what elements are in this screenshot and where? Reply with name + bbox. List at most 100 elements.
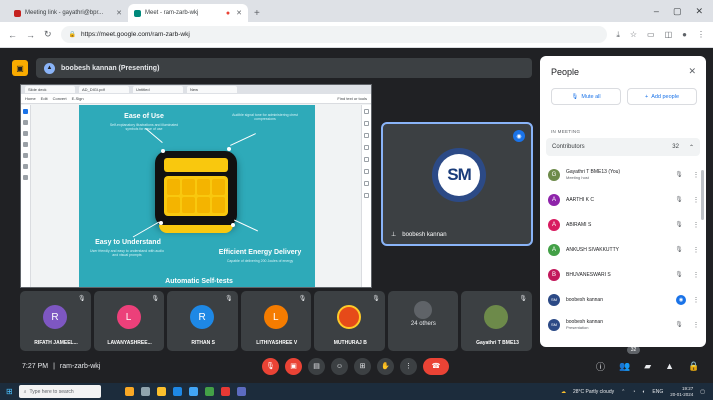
download-icon[interactable]: ⤓ <box>616 30 620 40</box>
list-item[interactable]: A AARTHI K C 🎙 ⋮ <box>548 187 700 212</box>
volume-icon[interactable]: ◐ <box>642 389 645 395</box>
split-view-icon[interactable]: ◫ <box>665 30 673 40</box>
person-role: Presentation <box>566 324 589 330</box>
participant-tile[interactable]: 🎙 R RITHAN S <box>167 291 238 351</box>
activities-icon[interactable]: ▲ <box>665 361 674 371</box>
close-panel-icon[interactable]: ✕ <box>688 66 696 77</box>
widgets-icon[interactable] <box>124 387 134 396</box>
cursor-tool-icon <box>23 109 28 114</box>
presenter-name: boobesh kannan <box>402 231 447 238</box>
language-indicator[interactable]: ENG <box>652 389 663 395</box>
notifications-icon[interactable]: ▢ <box>700 389 705 395</box>
participant-photo-avatar <box>337 305 362 329</box>
back-arrow-icon[interactable]: ← <box>8 30 17 40</box>
list-item[interactable]: SM boobesh kannan Presentation 🎙 ⋮ <box>548 312 700 337</box>
more-options-button[interactable]: ⋮ <box>400 357 417 375</box>
more-vert-icon[interactable]: ⋮ <box>692 271 700 279</box>
participant-tile[interactable]: 🎙 MUTHURAJ B <box>314 291 385 351</box>
contributors-label: Contributors <box>552 144 585 150</box>
minimize-button[interactable]: – <box>654 6 659 17</box>
meet-stage: ▣ ▲ boobesh kannan (Presenting) Slide de… <box>0 48 713 378</box>
others-count: 24 others <box>410 321 436 327</box>
people-icon[interactable]: 👥 <box>619 361 630 372</box>
people-list: G Gayathri T BME13 (You) Meeting host 🎙 ⋮… <box>548 162 700 337</box>
store-icon[interactable] <box>188 387 198 396</box>
host-controls-icon[interactable]: 🔒 <box>688 361 699 372</box>
list-item[interactable]: G Gayathri T BME13 (You) Meeting host 🎙 ⋮ <box>548 162 700 187</box>
more-vert-icon[interactable]: ⋮ <box>692 196 700 204</box>
taskbar-apps <box>124 387 246 396</box>
close-tab-icon[interactable]: ✕ <box>236 9 242 17</box>
raise-hand-button[interactable]: ✋ <box>377 357 394 375</box>
add-people-button[interactable]: + Add people <box>627 88 697 105</box>
end-call-button[interactable]: ☎ <box>423 357 449 375</box>
present-screen-icon: ▲ <box>44 62 55 74</box>
camera-toggle-button[interactable]: ▣ <box>285 357 302 375</box>
others-tile[interactable]: 24 others <box>387 291 459 351</box>
emoji-button[interactable]: ☺ <box>331 357 348 375</box>
presenting-chip[interactable]: ▲ boobesh kannan (Presenting) <box>36 58 532 78</box>
page-tool-icon <box>364 145 369 150</box>
tray-clock[interactable]: 19:27 20-01-2024 <box>670 386 693 398</box>
search-icon: ⌕ <box>23 388 27 395</box>
list-item[interactable]: A ABIRAMI S 🎙 ⋮ <box>548 212 700 237</box>
shared-tab: Slide deck <box>25 86 75 93</box>
reload-icon[interactable]: ↻ <box>44 29 52 40</box>
contributors-group[interactable]: Contributors 32 ⌃ <box>546 138 700 156</box>
participant-tile[interactable]: 🎙 Gayathri T BME13 <box>461 291 533 351</box>
list-item[interactable]: A ANKUSH SIVAKKUTTY 🎙 ⋮ <box>548 237 700 262</box>
info-icon[interactable]: ⓘ <box>596 360 605 373</box>
task-view-icon[interactable] <box>140 387 150 396</box>
chrome-icon[interactable] <box>204 387 214 396</box>
list-item[interactable]: SM boobesh kannan ◉ ⋮ <box>548 287 700 312</box>
list-item[interactable]: B BHUVANESWARI S 🎙 ⋮ <box>548 262 700 287</box>
edge-icon[interactable] <box>172 387 182 396</box>
windows-start-icon[interactable]: ⊞ <box>6 387 13 396</box>
more-vert-icon[interactable]: ⋮ <box>692 246 700 254</box>
menu-dots-icon[interactable]: ⋮ <box>697 30 705 40</box>
browser-actions: ⤓ ☆ ▭ ◫ ● ⋮ <box>616 30 705 40</box>
browser-tab-meeting-link[interactable]: Meeting link - gayathri@bpr... ✕ <box>8 4 128 22</box>
teams-icon[interactable] <box>236 387 246 396</box>
forward-arrow-icon[interactable]: → <box>26 30 35 40</box>
present-button[interactable]: ⊞ <box>354 357 371 375</box>
participant-tile[interactable]: 🎙 R RIFATH JAMEEL... <box>20 291 91 351</box>
mute-all-button[interactable]: 🎙 Mute all <box>551 88 621 105</box>
weather-text[interactable]: 28°C Partly cloudy <box>573 389 614 395</box>
shared-screen[interactable]: Slide deck AD_DIGI.pdf Untitled New Home… <box>20 84 372 288</box>
profile-icon[interactable]: ● <box>682 30 687 40</box>
mic-toggle-button[interactable]: 🎙 <box>262 357 279 375</box>
people-count-badge: 32 <box>627 346 640 354</box>
tray-chevron-icon[interactable]: ⌃ <box>621 389 625 395</box>
shared-menu-item: Edit <box>40 96 48 101</box>
participant-tile[interactable]: 🎙 L LITHIYASHREE V <box>240 291 312 351</box>
lock-icon: 🔒 <box>68 32 77 38</box>
more-vert-icon[interactable]: ⋮ <box>692 321 700 329</box>
browser-tab-meet[interactable]: Meet - ram-zarb-wkj ● ✕ <box>128 4 248 22</box>
more-vert-icon[interactable]: ⋮ <box>692 171 700 179</box>
gmail-favicon-icon <box>14 9 21 17</box>
slide-content: Ease of Use Self-explanatory illustratio… <box>79 105 315 287</box>
network-icon[interactable]: ◔ <box>632 389 635 395</box>
file-explorer-icon[interactable] <box>156 387 166 396</box>
meeting-info: 7:27 PM | ram-zarb-wkj <box>22 363 100 370</box>
maximize-button[interactable]: ▢ <box>673 6 682 17</box>
captions-button[interactable]: ▤ <box>308 357 325 375</box>
close-tab-icon[interactable]: ✕ <box>116 9 122 17</box>
panel-scrollbar[interactable] <box>701 170 704 220</box>
taskbar-search[interactable]: ⌕ Type here to search <box>18 385 101 398</box>
bookmark-star-icon[interactable]: ☆ <box>630 30 637 40</box>
presenter-tile[interactable]: ◉ SM ⊥ boobesh kannan <box>381 122 533 246</box>
participant-tile[interactable]: 🎙 L LAVANYASHREE... <box>93 291 165 351</box>
close-window-button[interactable]: ✕ <box>695 6 703 17</box>
more-vert-icon[interactable]: ⋮ <box>692 296 700 304</box>
participant-name: MUTHURAJ B <box>333 340 367 346</box>
pen-tool-icon <box>23 142 28 147</box>
new-tab-button[interactable]: + <box>248 8 266 22</box>
app-icon[interactable] <box>220 387 230 396</box>
chat-icon[interactable]: ▰ <box>644 361 651 372</box>
mic-off-icon: 🎙 <box>675 222 683 228</box>
reading-list-icon[interactable]: ▭ <box>647 30 655 40</box>
url-field[interactable]: 🔒 https://meet.google.com/ram-zarb-wkj <box>60 26 608 43</box>
more-vert-icon[interactable]: ⋮ <box>692 221 700 229</box>
